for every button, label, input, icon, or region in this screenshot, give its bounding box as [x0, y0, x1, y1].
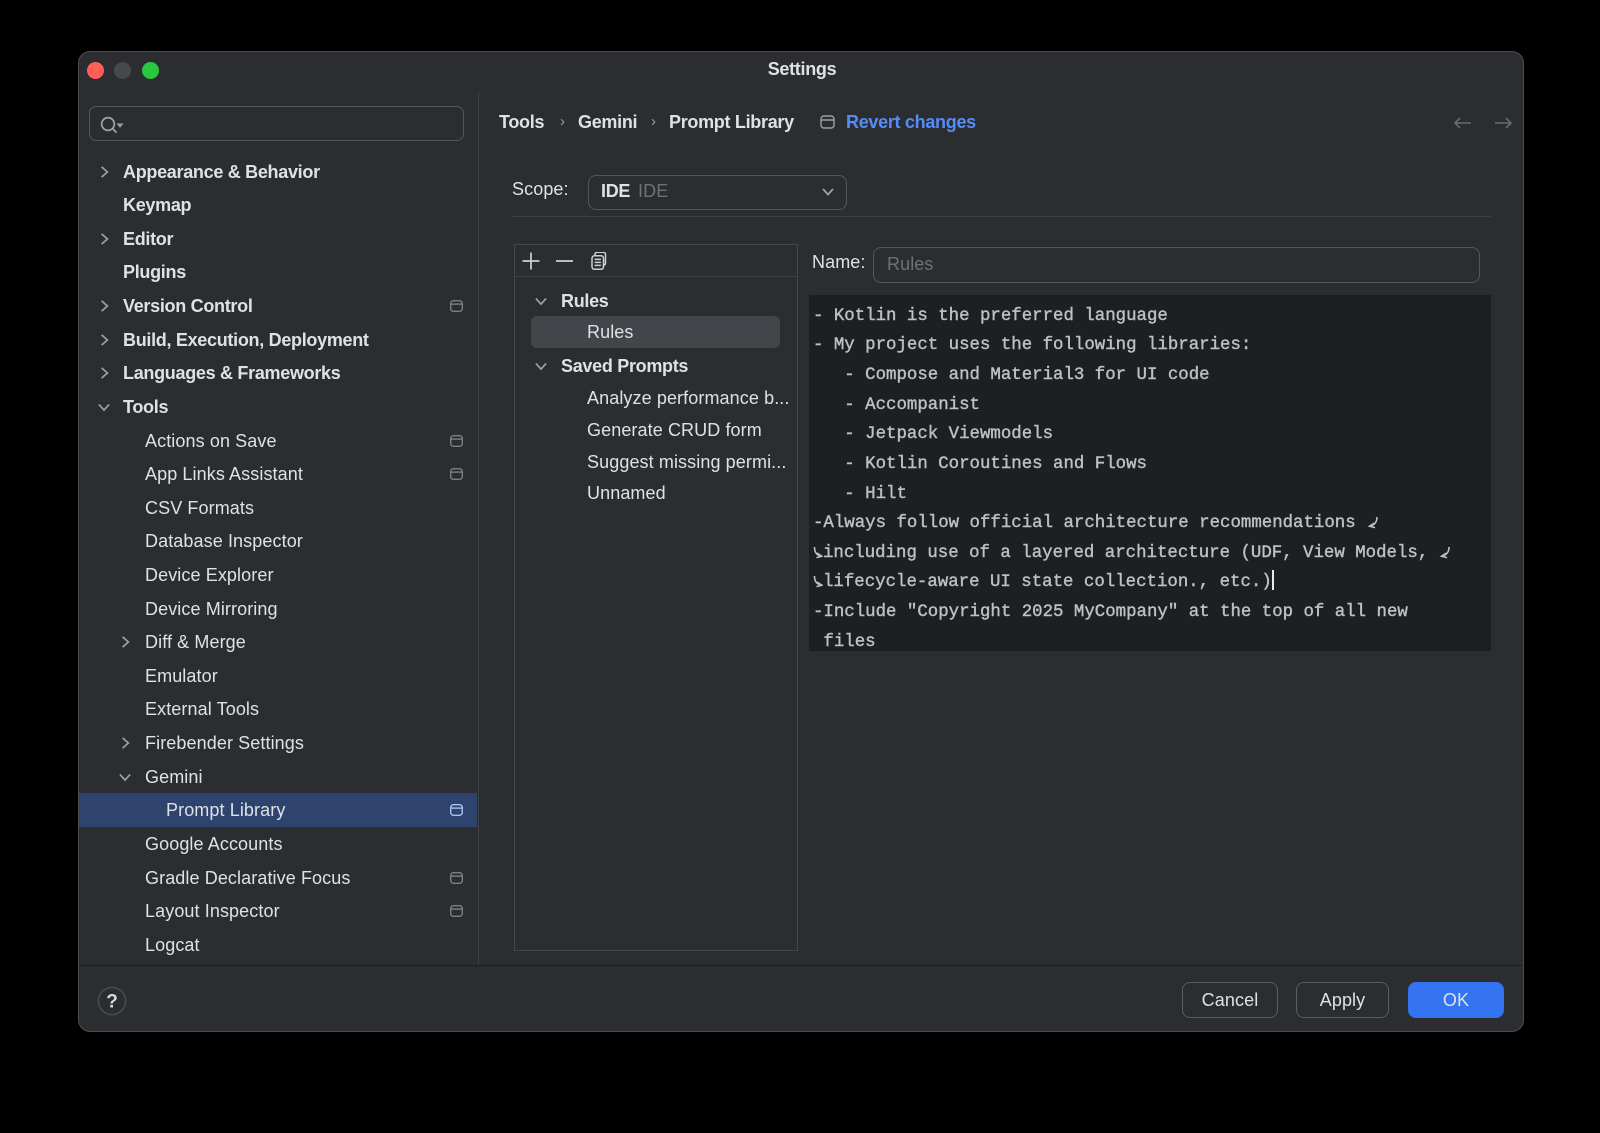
svg-text:?: ? — [106, 992, 118, 1013]
